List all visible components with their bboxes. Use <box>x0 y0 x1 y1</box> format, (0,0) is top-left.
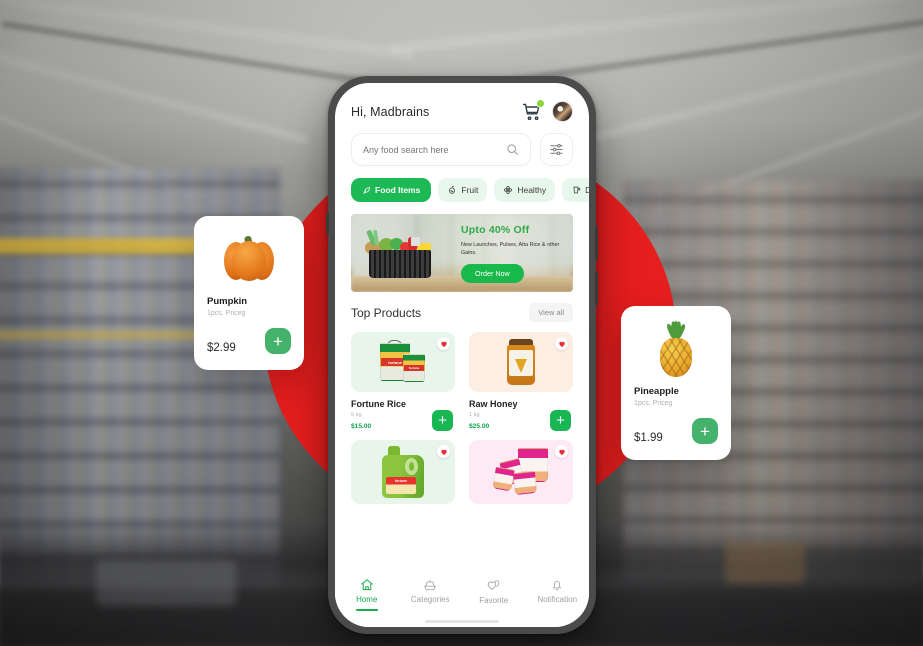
flower-healthy-icon <box>504 186 513 194</box>
banner-subtitle: New Launches, Pulses, Atta Rice & other … <box>461 242 560 257</box>
product-meta: 1pcs, Priceg <box>634 400 673 407</box>
search-row <box>335 122 589 166</box>
chip-food-items[interactable]: Food Items <box>351 178 432 202</box>
app-header: Hi, Madbrains <box>335 83 589 122</box>
phone-screen: Hi, Madbrains Any food search here Food … <box>335 83 589 627</box>
honey-jar-image <box>506 339 536 385</box>
product-thumbnail: fortune fortune <box>351 332 455 392</box>
favorite-button[interactable] <box>555 337 568 350</box>
hearts-icon <box>487 580 500 590</box>
banner-title: Upto 40% Off <box>461 224 530 236</box>
drink-cup-icon <box>573 186 581 194</box>
card-footer: $2.99 + <box>207 328 291 354</box>
favorite-button[interactable] <box>437 337 450 350</box>
floating-product-card-pumpkin[interactable]: Pumpkin 1pcs, Priceg $2.99 + <box>194 216 304 370</box>
nav-item-notification[interactable]: Notification <box>528 578 586 604</box>
product-card[interactable]: fortune <box>351 440 455 504</box>
card-footer: $1.99 + <box>634 418 718 444</box>
add-to-cart-button[interactable]: + <box>432 410 453 431</box>
bottom-navigation: Home Categories Favorite Notification <box>335 571 589 627</box>
nav-label: Favorite <box>479 596 509 605</box>
categories-icon <box>424 579 436 591</box>
search-box[interactable] <box>351 133 531 166</box>
order-now-button[interactable]: Order Now <box>461 264 524 284</box>
greeting-text: Hi, Madbrains <box>351 104 430 119</box>
chip-fruit[interactable]: Fruit <box>438 178 488 202</box>
product-card[interactable] <box>469 440 573 504</box>
filter-sliders-icon <box>550 143 563 156</box>
product-price: $2.99 <box>207 342 236 354</box>
nav-item-favorite[interactable]: Favorite <box>465 578 523 605</box>
view-all-button[interactable]: View all <box>529 303 573 322</box>
chip-healthy[interactable]: Healthy <box>494 178 556 202</box>
home-icon <box>361 579 373 591</box>
product-thumbnail <box>469 440 573 504</box>
cart-badge <box>536 98 545 108</box>
heart-icon <box>558 341 565 347</box>
page-title: Top Products <box>351 305 422 320</box>
header-actions <box>522 98 573 122</box>
chip-label: Fruit <box>461 185 479 195</box>
ice-cream-tubs-image <box>492 448 550 496</box>
phone-side-button <box>326 212 329 234</box>
category-chips: Food Items Fruit Healthy D <box>335 166 589 202</box>
pumpkin-image <box>224 235 274 282</box>
nav-label: Home <box>356 595 378 604</box>
favorite-button[interactable] <box>555 445 568 458</box>
chip-label: Healthy <box>517 185 547 195</box>
product-thumbnail: fortune <box>351 440 455 504</box>
favorite-button[interactable] <box>437 445 450 458</box>
avatar[interactable] <box>552 101 573 122</box>
product-thumbnail <box>469 332 573 392</box>
filter-button[interactable] <box>540 133 573 166</box>
product-name: Fortune Rice <box>351 399 407 409</box>
chip-label: Food Items <box>375 185 421 195</box>
nav-item-categories[interactable]: Categories <box>401 578 459 604</box>
nav-label: Categories <box>410 595 450 604</box>
chip-drinks[interactable]: D <box>562 178 589 202</box>
active-indicator <box>355 609 378 611</box>
product-card[interactable]: fortune fortune Fortune Rice 5 kg $15.00… <box>351 332 455 431</box>
product-image <box>634 318 718 380</box>
promo-banner[interactable]: Upto 40% Off New Launches, Pulses, Atta … <box>351 214 573 292</box>
apple-fruit-icon <box>449 185 456 194</box>
cart-button[interactable] <box>522 98 545 122</box>
add-to-cart-button[interactable]: + <box>550 410 571 431</box>
heart-icon <box>558 449 565 455</box>
floating-product-card-pineapple[interactable]: Pineapple 1pcs, Priceg $1.99 + <box>621 306 731 460</box>
grocery-basket-image <box>363 229 437 278</box>
product-price: $1.99 <box>634 432 663 444</box>
add-to-cart-button[interactable]: + <box>692 418 718 444</box>
bell-icon <box>553 580 562 591</box>
home-indicator <box>425 620 499 623</box>
rice-bag-image: fortune fortune <box>380 340 426 384</box>
product-name: Raw Honey <box>469 399 518 409</box>
oil-jug-image: fortune <box>382 446 424 498</box>
product-name: Pineapple <box>634 386 679 397</box>
basket-body <box>369 250 431 278</box>
search-input[interactable] <box>363 144 506 155</box>
leaf-food-icon <box>363 186 370 194</box>
product-card[interactable]: Raw Honey 1 kg $25.00 + <box>469 332 573 431</box>
search-icon <box>507 144 518 155</box>
promo-banner-wrap: Upto 40% Off New Launches, Pulses, Atta … <box>335 202 589 292</box>
add-to-cart-button[interactable]: + <box>265 328 291 354</box>
product-meta: 1pcs, Priceg <box>207 310 246 317</box>
product-image <box>207 228 291 290</box>
section-header: Top Products View all <box>335 292 589 322</box>
pineapple-image <box>654 320 698 377</box>
heart-icon <box>440 341 447 347</box>
chip-label: D <box>585 185 589 195</box>
phone-mockup: Hi, Madbrains Any food search here Food … <box>326 76 598 634</box>
product-name: Pumpkin <box>207 296 248 307</box>
banner-text: Upto 40% Off New Launches, Pulses, Atta … <box>461 224 565 284</box>
nav-label: Notification <box>537 595 578 604</box>
nav-item-home[interactable]: Home <box>338 578 396 611</box>
heart-icon <box>440 449 447 455</box>
